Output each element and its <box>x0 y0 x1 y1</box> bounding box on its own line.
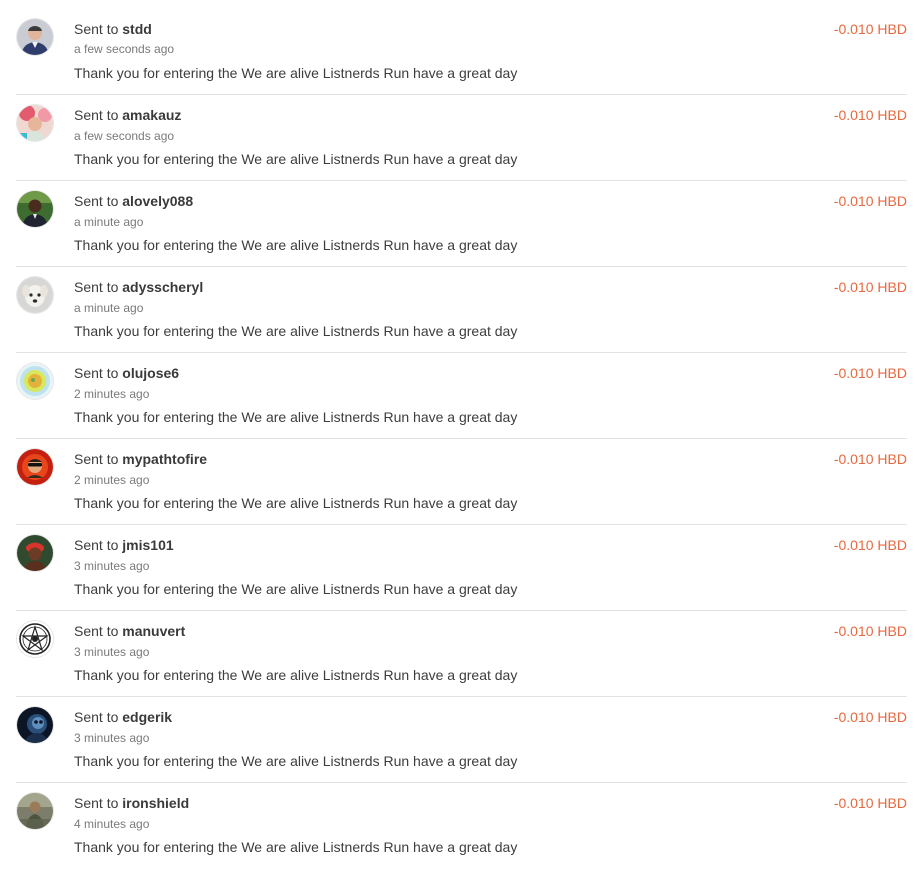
avatar[interactable] <box>17 535 53 571</box>
transfer-row: Sent to amakauz a few seconds ago Thank … <box>16 95 907 181</box>
transfer-memo: Thank you for entering the We are alive … <box>74 753 518 769</box>
transfer-timestamp: 2 minutes ago <box>74 473 150 487</box>
transfer-amount: -0.010 HBD <box>833 279 907 295</box>
recipient-link[interactable]: jmis101 <box>122 537 173 553</box>
transfer-row: Sent to edgerik 3 minutes ago Thank you … <box>16 697 907 783</box>
transfer-prefix: Sent to <box>74 795 119 811</box>
transfer-timestamp: a few seconds ago <box>74 129 175 143</box>
user-avatar-stdd-icon <box>17 19 53 55</box>
recipient-link[interactable]: manuvert <box>122 623 185 639</box>
transfer-memo: Thank you for entering the We are alive … <box>74 323 518 339</box>
transfer-memo: Thank you for entering the We are alive … <box>74 667 518 683</box>
recipient-link[interactable]: stdd <box>122 21 152 37</box>
transfer-timestamp: a minute ago <box>74 301 144 315</box>
avatar[interactable] <box>17 449 53 485</box>
transfer-memo: Thank you for entering the We are alive … <box>74 839 518 855</box>
transfer-prefix: Sent to <box>74 451 119 467</box>
user-avatar-olujose6-icon <box>17 363 53 399</box>
transfer-prefix: Sent to <box>74 537 119 553</box>
transfer-prefix: Sent to <box>74 279 119 295</box>
avatar[interactable] <box>17 793 53 829</box>
transfer-title: Sent to mypathtofire <box>74 451 207 467</box>
transfer-timestamp: a few seconds ago <box>74 42 175 56</box>
avatar[interactable] <box>17 363 53 399</box>
transfer-row: Sent to stdd a few seconds ago Thank you… <box>16 0 907 95</box>
transfer-prefix: Sent to <box>74 365 119 381</box>
transfer-amount: -0.010 HBD <box>833 709 907 725</box>
transfer-title: Sent to jmis101 <box>74 537 174 553</box>
transfer-memo: Thank you for entering the We are alive … <box>74 409 518 425</box>
transfer-prefix: Sent to <box>74 623 119 639</box>
transfer-timestamp: 3 minutes ago <box>74 731 150 745</box>
user-avatar-manuvert-icon <box>17 621 53 657</box>
recipient-link[interactable]: adysscheryl <box>122 279 203 295</box>
transfer-row: Sent to olujose6 2 minutes ago Thank you… <box>16 353 907 439</box>
avatar[interactable] <box>17 277 53 313</box>
transfer-row: Sent to jmis101 3 minutes ago Thank you … <box>16 525 907 611</box>
avatar[interactable] <box>17 707 53 743</box>
transfer-timestamp: a minute ago <box>74 215 144 229</box>
transfer-amount: -0.010 HBD <box>833 193 907 209</box>
user-avatar-alovely088-icon <box>17 191 53 227</box>
user-avatar-jmis101-icon <box>17 535 53 571</box>
recipient-link[interactable]: ironshield <box>122 795 189 811</box>
transfer-title: Sent to manuvert <box>74 623 185 639</box>
transfer-title: Sent to adysscheryl <box>74 279 203 295</box>
transfer-row: Sent to ironshield 4 minutes ago Thank y… <box>16 783 907 869</box>
avatar[interactable] <box>17 191 53 227</box>
transfer-title: Sent to amakauz <box>74 107 181 123</box>
transfer-amount: -0.010 HBD <box>833 365 907 381</box>
transfer-amount: -0.010 HBD <box>833 107 907 123</box>
user-avatar-amakauz-icon <box>17 105 53 141</box>
recipient-link[interactable]: alovely088 <box>122 193 193 209</box>
transfer-memo: Thank you for entering the We are alive … <box>74 151 518 167</box>
transfer-row: Sent to alovely088 a minute ago Thank yo… <box>16 181 907 267</box>
transfer-timestamp: 4 minutes ago <box>74 817 150 831</box>
transfer-title: Sent to ironshield <box>74 795 189 811</box>
transfer-row: Sent to mypathtofire 2 minutes ago Thank… <box>16 439 907 525</box>
user-avatar-mypathtofire-icon <box>17 449 53 485</box>
transfer-title: Sent to edgerik <box>74 709 172 725</box>
recipient-link[interactable]: mypathtofire <box>122 451 207 467</box>
recipient-link[interactable]: olujose6 <box>122 365 179 381</box>
transfer-memo: Thank you for entering the We are alive … <box>74 65 518 81</box>
user-avatar-ironshield-icon <box>17 793 53 829</box>
transfer-amount: -0.010 HBD <box>833 21 907 37</box>
transfer-memo: Thank you for entering the We are alive … <box>74 495 518 511</box>
transfer-timestamp: 3 minutes ago <box>74 559 150 573</box>
transfer-prefix: Sent to <box>74 709 119 725</box>
transfer-title: Sent to stdd <box>74 21 152 37</box>
transfer-timestamp: 3 minutes ago <box>74 645 150 659</box>
transfer-prefix: Sent to <box>74 107 119 123</box>
transfer-prefix: Sent to <box>74 21 119 37</box>
transfer-history-list: Sent to stdd a few seconds ago Thank you… <box>0 0 915 869</box>
avatar[interactable] <box>17 621 53 657</box>
transfer-amount: -0.010 HBD <box>833 451 907 467</box>
avatar[interactable] <box>17 105 53 141</box>
transfer-title: Sent to alovely088 <box>74 193 193 209</box>
recipient-link[interactable]: amakauz <box>122 107 181 123</box>
transfer-row: Sent to adysscheryl a minute ago Thank y… <box>16 267 907 353</box>
user-avatar-adysscheryl-icon <box>17 277 53 313</box>
avatar[interactable] <box>17 19 53 55</box>
transfer-amount: -0.010 HBD <box>833 623 907 639</box>
transfer-timestamp: 2 minutes ago <box>74 387 150 401</box>
transfer-prefix: Sent to <box>74 193 119 209</box>
transfer-memo: Thank you for entering the We are alive … <box>74 237 518 253</box>
transfer-amount: -0.010 HBD <box>833 537 907 553</box>
recipient-link[interactable]: edgerik <box>122 709 172 725</box>
transfer-title: Sent to olujose6 <box>74 365 179 381</box>
transfer-row: Sent to manuvert 3 minutes ago Thank you… <box>16 611 907 697</box>
user-avatar-edgerik-icon <box>17 707 53 743</box>
transfer-amount: -0.010 HBD <box>833 795 907 811</box>
transfer-memo: Thank you for entering the We are alive … <box>74 581 518 597</box>
